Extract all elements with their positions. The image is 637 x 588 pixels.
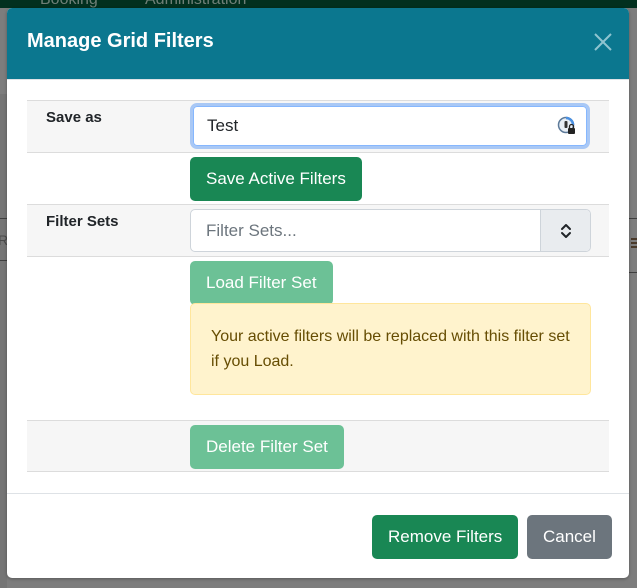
menu-icon bbox=[631, 238, 637, 248]
save-as-row: Save as bbox=[27, 100, 609, 152]
save-action-row: Save Active Filters bbox=[27, 152, 609, 204]
background-divider bbox=[629, 218, 637, 219]
background-page-left bbox=[0, 94, 7, 588]
manage-grid-filters-modal: Manage Grid Filters Save as Test Save Ac… bbox=[7, 8, 629, 578]
close-button[interactable] bbox=[591, 30, 615, 54]
delete-filter-set-row: Delete Filter Set bbox=[27, 420, 609, 472]
save-as-label: Save as bbox=[46, 109, 102, 126]
password-manager-icon[interactable] bbox=[557, 116, 577, 141]
filter-sets-row: Filter Sets Filter Sets... bbox=[27, 204, 609, 256]
modal-header: Manage Grid Filters bbox=[7, 8, 629, 80]
delete-filter-set-button[interactable]: Delete Filter Set bbox=[190, 425, 344, 469]
save-as-input-wrapper bbox=[190, 103, 590, 149]
remove-filters-button[interactable]: Remove Filters bbox=[372, 515, 519, 559]
background-divider bbox=[0, 260, 7, 261]
load-filter-set-button[interactable]: Load Filter Set bbox=[190, 261, 333, 305]
modal-footer: Remove Filters Cancel bbox=[7, 493, 629, 578]
filter-sets-dropdown-toggle[interactable] bbox=[540, 210, 590, 251]
close-icon bbox=[594, 33, 612, 51]
filter-sets-label: Filter Sets bbox=[46, 213, 119, 230]
background-divider bbox=[0, 218, 7, 219]
filter-sets-select[interactable]: Filter Sets... bbox=[190, 209, 591, 252]
modal-body: Save as Save Active Filters bbox=[7, 80, 629, 493]
modal-title: Manage Grid Filters bbox=[27, 30, 214, 52]
save-active-filters-button[interactable]: Save Active Filters bbox=[190, 157, 362, 201]
cancel-button[interactable]: Cancel bbox=[527, 515, 612, 559]
filter-sets-placeholder: Filter Sets... bbox=[206, 221, 297, 240]
top-navigation-bar: Booking Administration bbox=[0, 0, 637, 8]
nav-item-booking[interactable]: Booking bbox=[40, 0, 98, 8]
chevron-up-down-icon bbox=[560, 223, 571, 238]
nav-item-administration[interactable]: Administration bbox=[145, 0, 246, 8]
background-divider bbox=[629, 272, 637, 273]
save-as-input[interactable] bbox=[193, 106, 587, 146]
load-warning-alert: Your active filters will be replaced wit… bbox=[190, 303, 591, 395]
